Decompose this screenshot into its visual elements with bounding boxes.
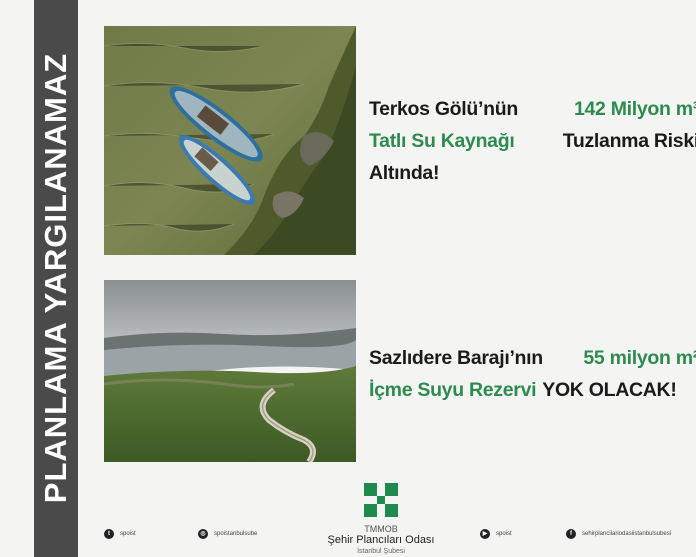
social-facebook[interactable]: f sehirplancilariodasiistanbulsubesi [566,529,671,539]
headline-sazlidere-area: 55 milyon m² [583,347,696,369]
lake-boats-photo [104,26,356,255]
social-twitter[interactable]: t spoist [104,529,136,539]
headline-terkos-line-2: Tatlı Su Kaynağı Tuzlanma Riski [369,125,696,157]
org-branch: İstanbul Şubesi [357,548,405,555]
headline-terkos-risk: Tuzlanma Riski [562,130,696,152]
dam-landscape-photo [104,280,356,462]
social-twitter-handle: spoist [120,531,136,537]
headline-terkos-line-3: Altında! [369,157,696,189]
instagram-icon: ◎ [198,529,208,539]
headline-terkos-end: Altında! [369,162,440,184]
headline-terkos-text: Terkos Gölü’nün [369,98,518,120]
headline-terkos-volume: 142 Milyon m³ [573,98,696,120]
headline-terkos-source: Tatlı Su Kaynağı [369,130,515,152]
headline-sazlidere-line-1: Sazlıdere Barajı’nın 55 milyon m² [369,342,696,374]
org-name: Şehir Plancıları Odası [327,534,435,546]
social-youtube-handle: spoist [496,531,512,537]
facebook-icon: f [566,529,576,539]
headline-sazlidere-text: Sazlıdere Barajı’nın [369,347,543,369]
headline-sazlidere-line-2: İçme Suyu Rezervi YOK OLACAK! [369,374,696,406]
side-banner-text: PLANLAMA YARGILANAMAZ [38,52,73,504]
social-instagram[interactable]: ◎ spoistanbulsube [198,529,257,539]
headline-sazlidere: Sazlıdere Barajı’nın 55 milyon m² İçme S… [369,342,696,406]
social-youtube[interactable]: ▶ spoist [480,529,512,539]
headline-sazlidere-warning: YOK OLACAK! [542,379,677,401]
social-facebook-handle: sehirplancilariodasiistanbulsubesi [582,531,672,537]
social-instagram-handle: spoistanbulsube [214,531,258,537]
tmmob-logo-icon [364,483,398,517]
headline-sazlidere-reserve: İçme Suyu Rezervi [369,379,537,401]
headline-terkos-line-1: Terkos Gölü’nün 142 Milyon m³ [369,93,696,125]
youtube-icon: ▶ [480,529,490,539]
headline-terkos: Terkos Gölü’nün 142 Milyon m³ Tatlı Su K… [369,93,696,189]
twitter-icon: t [104,529,114,539]
org-short: TMMOB [364,524,398,534]
left-margin [0,0,34,557]
